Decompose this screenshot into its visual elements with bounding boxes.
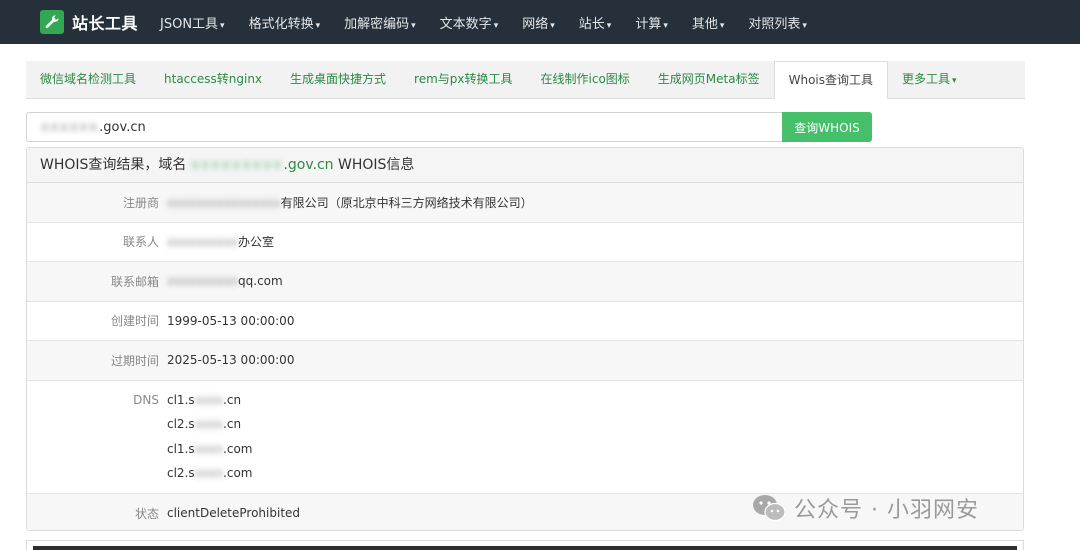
redacted-text: xxxxxxxxxx [167,274,239,289]
domain-suffix: .gov.cn [99,119,146,135]
redacted-text: xxxxxxxxxxxxxxxx [167,195,281,210]
watermark: 公众号 · 小羽网安 [752,488,979,528]
redacted-text: xxxxxxxxxx [167,235,239,250]
dns-list: cl1.sxxxx.cn cl2.sxxxx.cn cl1.sxxxx.com … [167,393,1023,491]
dns-server: cl2.sxxxx.cn [167,417,1023,442]
whois-search: xxxxxx .gov.cn 查询WHOIS [26,112,872,142]
tab-label: 更多工具 [902,72,951,86]
row-created: 创建时间 1999-05-13 00:00:00 [27,302,1023,341]
redacted-text: xxxxxx [41,119,100,135]
brand-name: 站长工具 [72,14,139,33]
top-navbar: 站长工具 JSON工具 ▾ 格式化转换 ▾ 加解密编码 ▾ 文本数字 ▾ 网络 ▾ 站长 ▾… [0,0,1080,44]
row-label: 联系人 [122,235,159,250]
redacted-text: xxxx [194,417,224,431]
email-value: qq.com [238,274,283,289]
row-label: 注册商 [122,195,159,210]
registrar-value: 有限公司（原北京中科三方网络技术有限公司） [280,195,533,210]
heading-prefix: WHOIS查询结果，域名 [40,157,187,173]
nav-calc[interactable]: 计算 ▾ [623,13,680,32]
brand[interactable]: 站长工具 [40,10,138,34]
redacted-text: xxxx [194,466,224,480]
result-heading: WHOIS查询结果，域名 xxxxxxxxx.gov.cn WHOIS信息 [27,148,1023,183]
caret-down-icon: ▾ [802,20,807,31]
caret-down-icon: ▾ [719,20,725,31]
nav-label: 对照列表 [748,16,801,32]
dns-prefix: cl2.s [167,466,195,480]
dns-suffix: .cn [223,392,242,407]
row-contact: 联系人 xxxxxxxxxx办公室 [27,223,1023,262]
row-dns: DNS cl1.sxxxx.cn cl2.sxxxx.cn cl1.sxxxx.… [27,381,1023,494]
wechat-icon [753,495,786,522]
row-label: 状态 [134,506,159,521]
row-expires: 过期时间 2025-05-13 00:00:00 [27,341,1023,381]
nav-label: 格式化转换 [248,16,314,32]
domain-name: .gov.cn [283,157,334,173]
watermark-text: 公众号 · 小羽网安 [794,498,979,523]
redacted-text: xxxxxxxxx [190,157,284,173]
caret-down-icon: ▾ [550,20,555,31]
nav-json[interactable]: JSON工具 ▾ [148,13,237,32]
nav-label: 网络 [522,16,549,32]
row-email: 联系邮箱 xxxxxxxxxxqq.com [27,262,1023,302]
nav-label: JSON工具 [160,16,219,32]
row-label: DNS [133,392,159,407]
caret-down-icon: ▾ [220,20,225,31]
row-value: xxxxxxxxxx办公室 [167,233,1023,250]
row-label: 联系邮箱 [110,274,159,289]
row-label: 创建时间 [110,314,159,329]
divider [33,546,1017,550]
dns-server: cl1.sxxxx.cn [167,393,1023,418]
nav-label: 计算 [635,16,662,32]
redacted-text: xxxx [194,392,224,407]
nav-text[interactable]: 文本数字 ▾ [428,13,511,32]
caret-down-icon: ▾ [952,76,957,86]
dns-server: cl2.sxxxx.com [167,466,1023,491]
caret-down-icon: ▾ [315,20,321,31]
dns-prefix: cl2.s [167,417,195,431]
tab-whois[interactable]: Whois查询工具 [773,61,888,99]
dns-suffix: .cn [223,417,242,431]
dns-prefix: cl1.s [167,441,195,456]
nav-format[interactable]: 格式化转换 ▾ [237,13,333,32]
caret-down-icon: ▾ [663,20,668,31]
nav-reference[interactable]: 对照列表 ▾ [736,13,819,32]
nav-network[interactable]: 网络 ▾ [510,13,567,32]
caret-down-icon: ▾ [606,20,612,31]
dns-server: cl1.sxxxx.com [167,442,1023,467]
wrench-icon [40,10,64,34]
nav-other[interactable]: 其他 ▾ [680,13,737,32]
caret-down-icon: ▾ [493,20,499,31]
tool-tabs: 微信域名检测工具 htaccess转nginx 生成桌面快捷方式 rem与px转… [26,61,1025,99]
tab-htaccess-nginx[interactable]: htaccess转nginx [150,61,276,98]
next-panel-edge [26,540,1024,550]
tab-meta-tags[interactable]: 生成网页Meta标签 [644,61,774,98]
nav-encode[interactable]: 加解密编码 ▾ [332,13,428,32]
nav-label: 站长 [578,16,605,32]
dns-suffix: .com [223,466,253,480]
contact-value: 办公室 [238,235,275,250]
tab-rem-px[interactable]: rem与px转换工具 [400,61,526,98]
tab-more-tools[interactable]: 更多工具 ▾ [888,61,971,98]
query-whois-button[interactable]: 查询WHOIS [782,112,872,142]
heading-suffix: WHOIS信息 [338,157,415,173]
redacted-text: xxxx [194,441,224,456]
tab-ico-maker[interactable]: 在线制作ico图标 [527,61,644,98]
tab-wechat-domain-check[interactable]: 微信域名检测工具 [26,61,150,98]
expires-value: 2025-05-13 00:00:00 [167,353,295,368]
nav-label: 文本数字 [439,16,492,32]
row-value: xxxxxxxxxxxxxxxx有限公司（原北京中科三方网络技术有限公司） [167,194,1023,211]
row-value: xxxxxxxxxxqq.com [167,274,1023,288]
nav-label: 加解密编码 [344,16,410,32]
domain-input[interactable]: xxxxxx .gov.cn [26,112,783,142]
nav-label: 其他 [691,16,718,32]
caret-down-icon: ▾ [411,20,416,31]
row-registrar: 注册商 xxxxxxxxxxxxxxxx有限公司（原北京中科三方网络技术有限公司… [27,183,1023,223]
nav-webmaster[interactable]: 站长 ▾ [567,13,624,32]
row-label: 过期时间 [110,353,159,368]
tab-desktop-shortcut[interactable]: 生成桌面快捷方式 [276,61,400,98]
dns-prefix: cl1.s [167,392,195,407]
created-value: 1999-05-13 00:00:00 [167,313,295,328]
dns-suffix: .com [223,441,253,456]
whois-result-panel: WHOIS查询结果，域名 xxxxxxxxx.gov.cn WHOIS信息 注册… [26,147,1024,531]
